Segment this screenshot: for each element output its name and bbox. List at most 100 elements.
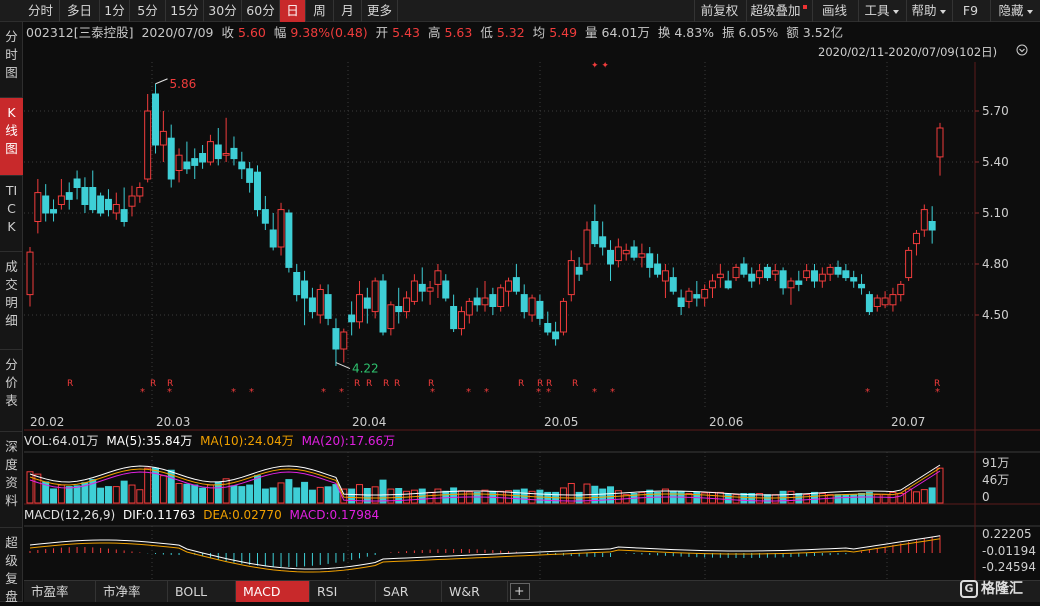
date-axis-label: 20.07 [891,415,925,429]
macd-title: MACD(12,26,9) [24,508,116,522]
volume-bar [544,491,552,504]
date-axis-label: 20.02 [30,415,64,429]
candle-body [42,195,50,214]
candle-body [26,251,34,296]
macd-value: MACD:0.17984 [289,508,380,522]
sidebar-item-0[interactable]: 分时图 [0,22,23,98]
indicator-tab-2[interactable]: BOLL [168,581,236,602]
volume-bar [756,493,764,504]
indicator-tab-1[interactable]: 市净率 [96,581,168,602]
candle-body [842,270,850,279]
period-3[interactable]: 5分 [130,0,166,22]
volume-bar [583,483,591,504]
volume-bar [575,491,583,504]
sidebar: 分时图 K线图 TICK 成交明细 分价表 深度资料 超级复盘 [0,22,23,604]
candle-body [120,209,128,223]
candle-body [810,270,818,282]
toolbar-hide-button[interactable]: 隐藏 [990,0,1040,22]
amp-value: 9.38%(0.48) [290,25,368,40]
volume-bar [826,494,834,504]
toolbar-help-button[interactable]: 帮助 [906,0,950,22]
period-7[interactable]: 日 [280,0,306,22]
volume-bar [732,494,740,504]
indicator-tab-6[interactable]: W&R [442,581,508,602]
gelonghui-logo: G 格隆汇 [960,578,1023,600]
date-axis-label: 20.04 [352,415,386,429]
range-toggle-icon[interactable] [1016,44,1028,56]
volume-bar [254,475,261,504]
candle-body [771,270,779,275]
sidebar-item-2[interactable]: TICK [0,176,23,252]
volume-bar [128,484,136,504]
volume-bar [340,488,348,504]
candle-body [881,297,889,306]
toolbar-hide-label: 隐藏 [998,3,1024,18]
period-2[interactable]: 1分 [100,0,130,22]
toolbar-draw-button[interactable]: 画线 [812,0,856,22]
toolbar-overlay-label: 超级叠加 [750,3,801,18]
sidebar-item-3[interactable]: 成交明细 [0,252,23,350]
candle-body [246,168,254,183]
sidebar-item-4[interactable]: 分价表 [0,350,23,432]
indicator-tab-3[interactable]: MACD [236,581,310,602]
volume-bar [246,484,254,504]
period-6[interactable]: 60分 [242,0,280,22]
toolbar-help-label: 帮助 [911,3,937,18]
swing-value: 6.05% [738,25,779,40]
volume-bar [559,487,567,504]
sidebar-item-1[interactable]: K线图 [0,98,23,176]
candle-body [363,297,371,309]
volume-bar [818,493,826,504]
candle-body [214,144,222,160]
volume-bar [481,489,489,504]
toolbar-tools-button[interactable]: 工具 [858,0,904,22]
candle-body [81,187,89,205]
candle-body [175,154,183,171]
volume-bar [473,491,481,504]
candle-body [316,289,324,316]
toolbar-overlay-button[interactable]: 超级叠加 [746,0,810,22]
candle-body [638,253,646,258]
sidebar-item-6[interactable]: 超级复盘 [0,528,23,604]
period-1[interactable]: 多日 [60,0,100,22]
period-8[interactable]: 周 [306,0,334,22]
sidebar-item-5[interactable]: 深度资料 [0,432,23,528]
toolbar-restore-button[interactable]: 前复权 [694,0,744,22]
volume-bar [873,494,881,504]
candle-body [379,280,387,333]
candle-body [858,283,866,289]
indicator-tab-0[interactable]: 市盈率 [24,581,96,602]
volume-bar [528,490,536,504]
indicator-tab-5[interactable]: SAR [376,581,442,602]
volume-bar [920,489,928,504]
period-9[interactable]: 月 [334,0,362,22]
period-10[interactable]: 更多 [362,0,398,22]
volume-bar [740,493,748,504]
vol-axis-label: 91万 [982,456,1009,470]
signal-r-marker: R [150,379,156,389]
volume-bar [654,491,662,504]
volume-bar [261,488,269,504]
period-toolbar: 分时 多日 1分 5分 15分 30分 60分日周月更多 前复权 超级叠加 画线 工具 帮助 F9 隐藏 [0,0,1040,22]
volume-bar [646,489,654,504]
candle-body [591,221,599,245]
indicator-tab-4[interactable]: RSI [310,581,376,602]
date-range[interactable]: 2020/02/11-2020/07/09(102日) [818,44,997,61]
period-0[interactable]: 分时 [22,0,60,22]
toolbar-f9-button[interactable]: F9 [952,0,988,22]
volume-bar [159,475,167,504]
volume-bar [89,479,97,504]
candle-body [763,266,771,279]
volume-bar [881,494,889,504]
candle-body [340,331,348,350]
candle-body [34,192,42,223]
add-tab-button[interactable]: + [510,583,530,600]
volume-bar [716,491,724,504]
period-4[interactable]: 15分 [166,0,204,22]
vol-ma5-line [29,464,941,496]
candle-body [293,272,301,296]
volume-bar [536,489,544,504]
period-5[interactable]: 30分 [204,0,242,22]
dropdown-arrow-icon [939,9,946,14]
candle-body [536,300,544,319]
